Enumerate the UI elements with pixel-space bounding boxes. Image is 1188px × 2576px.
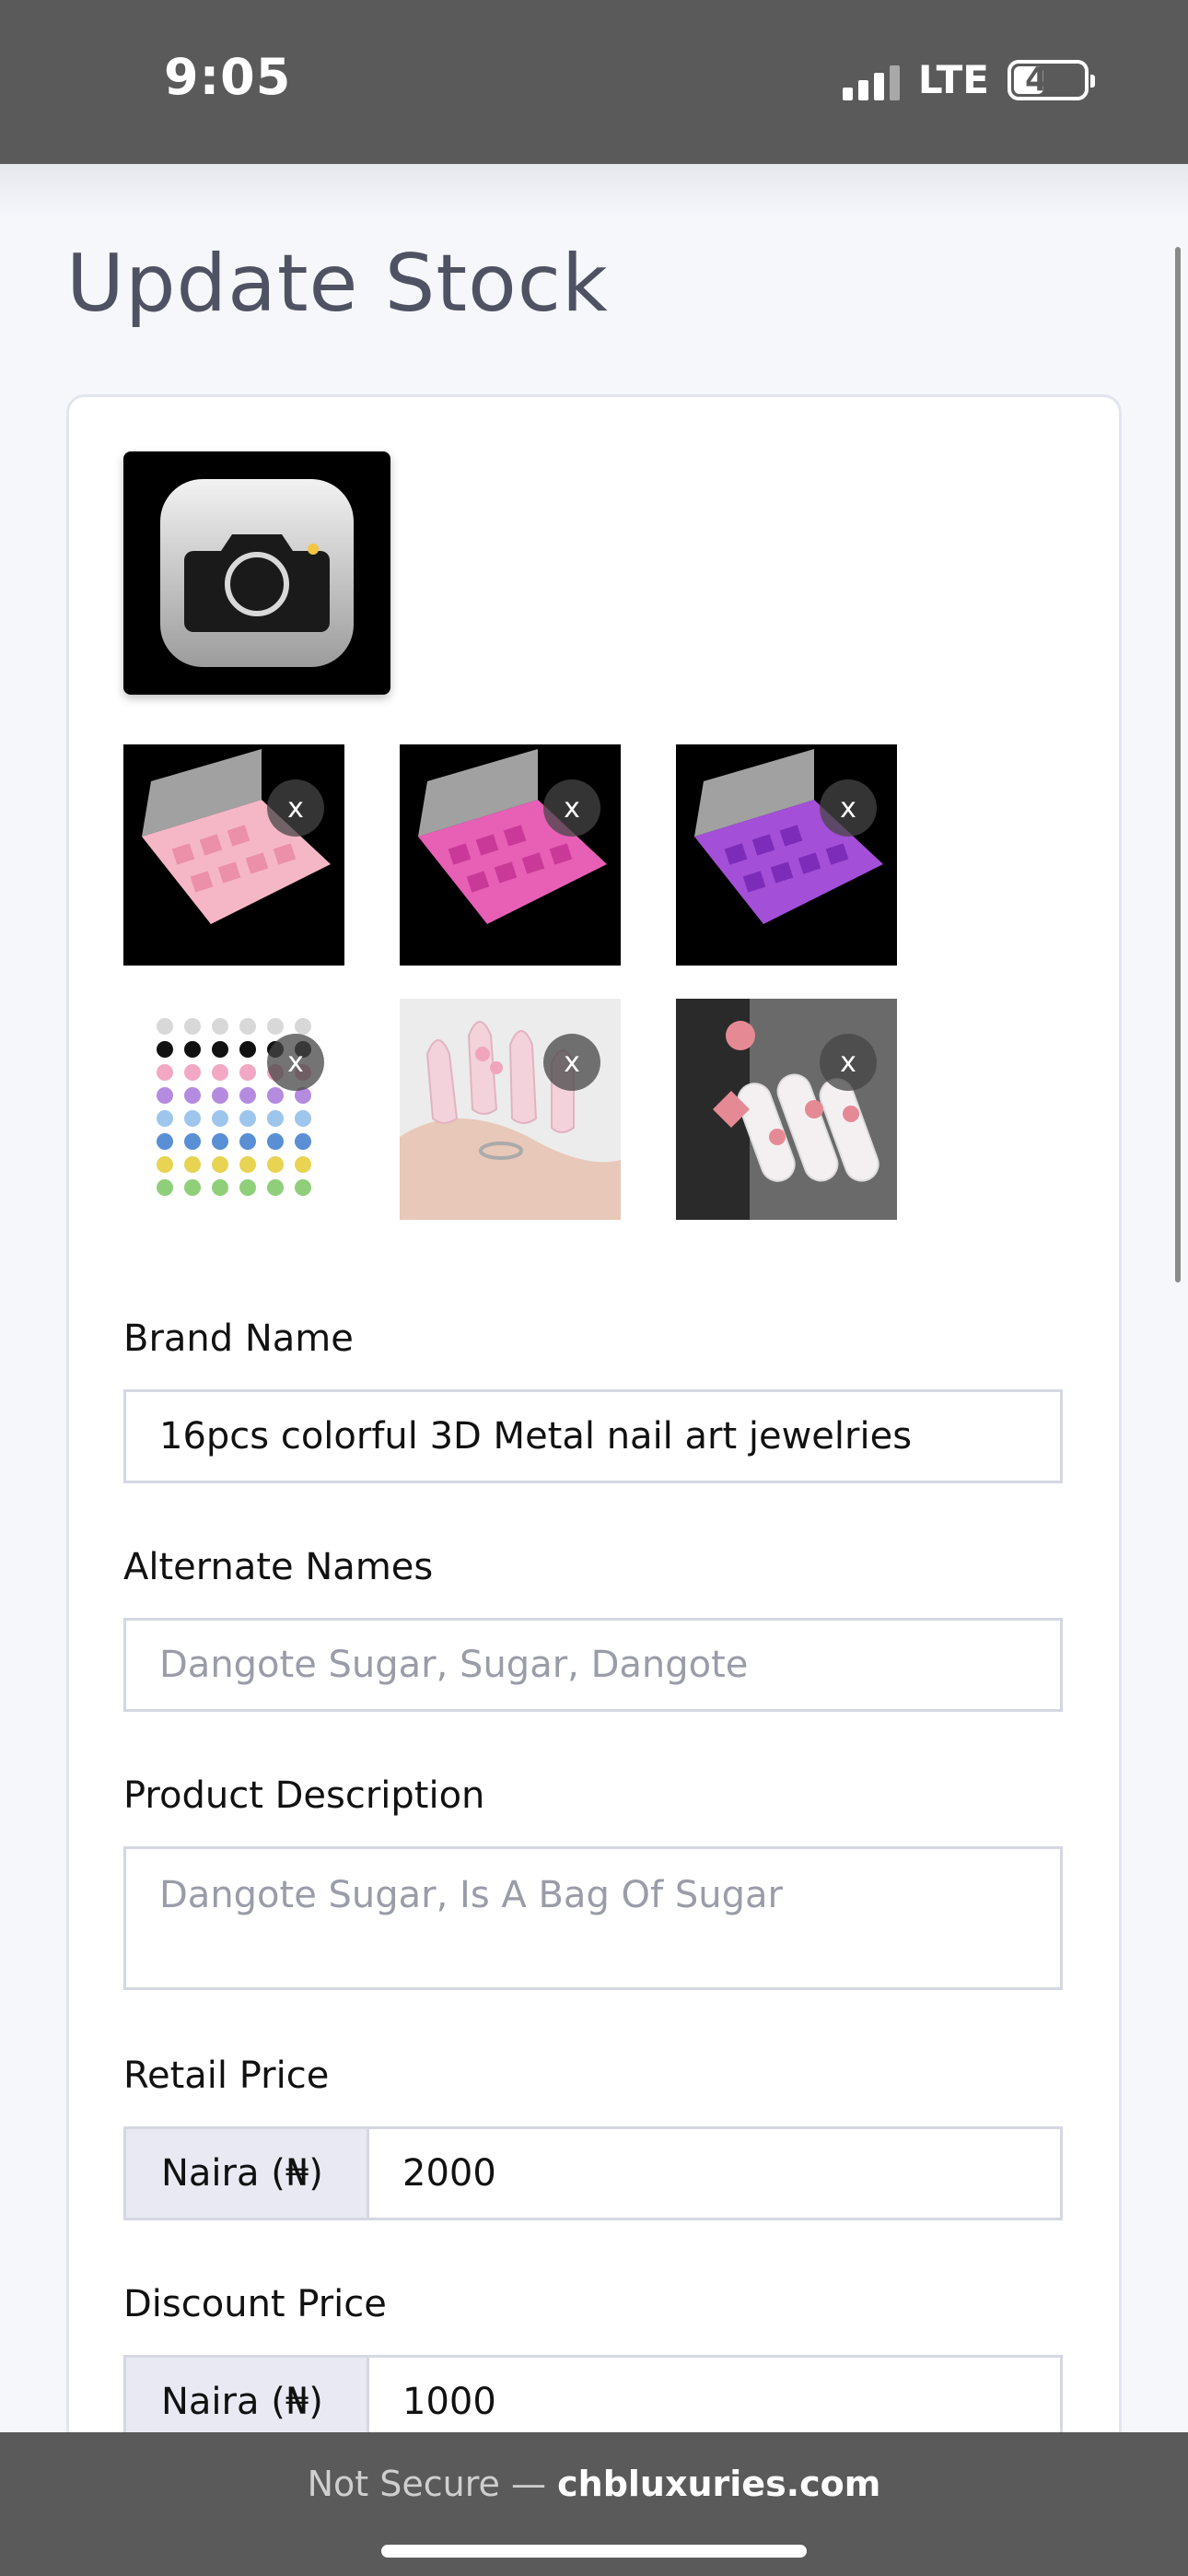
brand-name-input[interactable]: 16pcs colorful 3D Metal nail art jewelri…: [123, 1389, 1063, 1483]
remove-image-button[interactable]: x: [543, 1034, 600, 1091]
product-image-thumb[interactable]: x: [400, 744, 621, 966]
network-type: LTE: [917, 57, 989, 102]
retail-price-input[interactable]: [367, 2126, 1063, 2220]
remove-image-button[interactable]: x: [543, 779, 600, 837]
address-text[interactable]: Not Secure — chbluxuries.com: [0, 2464, 1188, 2504]
product-image-thumb[interactable]: x: [123, 999, 344, 1220]
remove-image-button[interactable]: x: [820, 779, 877, 837]
alternate-names-label: Alternate Names: [123, 1546, 434, 1588]
page-scrollbar[interactable]: [1175, 247, 1181, 1282]
product-image-thumb[interactable]: x: [676, 999, 897, 1220]
remove-image-button[interactable]: x: [267, 779, 324, 837]
battery-level: 41: [1024, 61, 1072, 99]
image-upload-button[interactable]: [123, 451, 390, 695]
brand-name-label: Brand Name: [123, 1317, 354, 1360]
product-image-thumb[interactable]: x: [400, 999, 621, 1220]
status-bar: 9:05 LTE 41: [0, 0, 1188, 164]
browser-address-bar[interactable]: Not Secure — chbluxuries.com: [0, 2432, 1188, 2576]
site-domain: chbluxuries.com: [557, 2464, 881, 2504]
camera-icon: [160, 479, 354, 667]
remove-image-button[interactable]: x: [267, 1034, 324, 1091]
pink-manicure-hand-image: [400, 999, 621, 1220]
page-title: Update Stock: [66, 238, 609, 330]
header-shadow: [0, 164, 1188, 219]
retail-price-group: Naira (₦): [123, 2126, 1063, 2220]
retail-price-label: Retail Price: [123, 2055, 330, 2097]
remove-image-button[interactable]: x: [820, 1034, 877, 1091]
pink-nail-art-closeup-image: [676, 999, 897, 1220]
signal-icon: [842, 60, 900, 100]
magenta-organizer-box-image: [400, 744, 621, 966]
security-status: Not Secure —: [307, 2464, 547, 2504]
battery-icon: 41: [1007, 59, 1095, 100]
product-description-textarea[interactable]: [123, 1846, 1063, 1990]
retail-currency-prefix: Naira (₦): [123, 2126, 367, 2220]
product-image-thumb[interactable]: x: [676, 744, 897, 966]
status-indicators: LTE 41: [842, 57, 1095, 102]
product-description-label: Product Description: [123, 1774, 485, 1817]
alternate-names-input[interactable]: [123, 1618, 1063, 1712]
status-time: 9:05: [164, 48, 292, 106]
pink-organizer-box-image: [123, 744, 344, 966]
stock-form-card: [66, 394, 1122, 2576]
product-image-thumb[interactable]: x: [123, 744, 344, 966]
purple-organizer-box-image: [676, 744, 897, 966]
nail-charm-chart-image: [123, 999, 344, 1220]
home-indicator[interactable]: [381, 2545, 807, 2558]
discount-price-label: Discount Price: [123, 2283, 387, 2325]
